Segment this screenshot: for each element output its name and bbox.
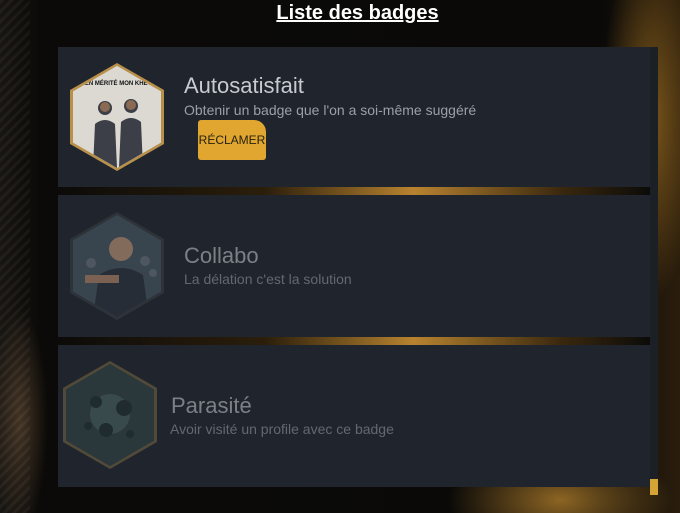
page-title: Liste des badges [276,2,439,24]
badge-description: Avoir visité un profile avec ce badge [170,421,394,437]
badge-description: La délation c'est la solution [184,271,352,287]
claim-button[interactable]: RÉCLAMER [198,120,266,160]
card-divider [58,187,650,195]
collabo-illustration [73,215,161,317]
badge-description: Obtenir un badge que l'on a soi-même sug… [184,102,477,118]
parasite-illustration [66,364,154,466]
card-divider [58,337,650,345]
badge-name: Parasité [171,393,252,418]
meme-caption: BIEN MÉRITÉ MON KHEY ! [78,81,156,87]
scrollbar[interactable] [650,47,658,495]
badge-name: Autosatisfait [184,73,304,98]
badge-name: Collabo [184,243,259,268]
scrollbar-thumb[interactable] [650,479,658,495]
